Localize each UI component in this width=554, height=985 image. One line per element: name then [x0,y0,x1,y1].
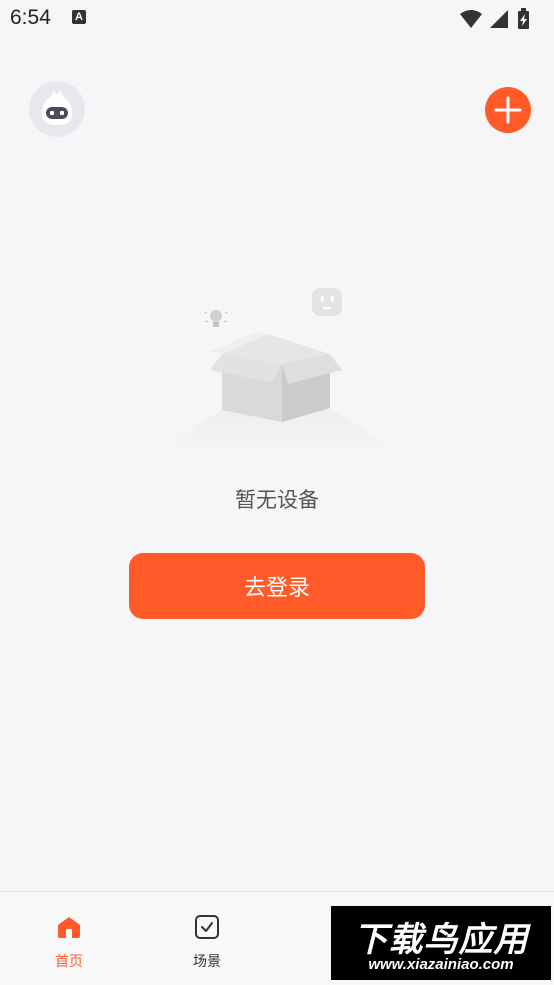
socket-icon [312,288,342,316]
status-icons [460,8,529,29]
robot-avatar-icon [30,82,84,136]
watermark-url: www.xiazainiao.com [368,956,514,973]
watermark-title: 下载鸟应用 [353,920,529,960]
nav-item-scene[interactable]: 场景 [138,892,276,985]
box-shape [208,332,342,422]
nav-label-home: 首页 [55,954,83,970]
avatar[interactable] [29,81,85,137]
battery-charging-icon [518,8,529,29]
empty-box-icon [162,288,392,454]
add-device-button[interactable] [485,87,531,133]
status-time: 6:54 [10,6,51,29]
bulb-icon [203,310,229,327]
empty-state-text: 暂无设备 [235,488,319,512]
nav-label-scene: 场景 [193,954,221,970]
nav-item-home[interactable]: 首页 [0,892,138,985]
status-bar: 6:54 A [0,0,554,38]
plus-icon [494,96,522,124]
signal-icon [490,10,508,28]
home-icon [58,917,80,938]
wifi-icon [460,10,482,28]
watermark: 下载鸟应用 www.xiazainiao.com [331,906,551,980]
scene-check-icon [195,915,219,939]
notification-a-icon: A [72,10,86,24]
login-button[interactable]: 去登录 [129,553,425,619]
